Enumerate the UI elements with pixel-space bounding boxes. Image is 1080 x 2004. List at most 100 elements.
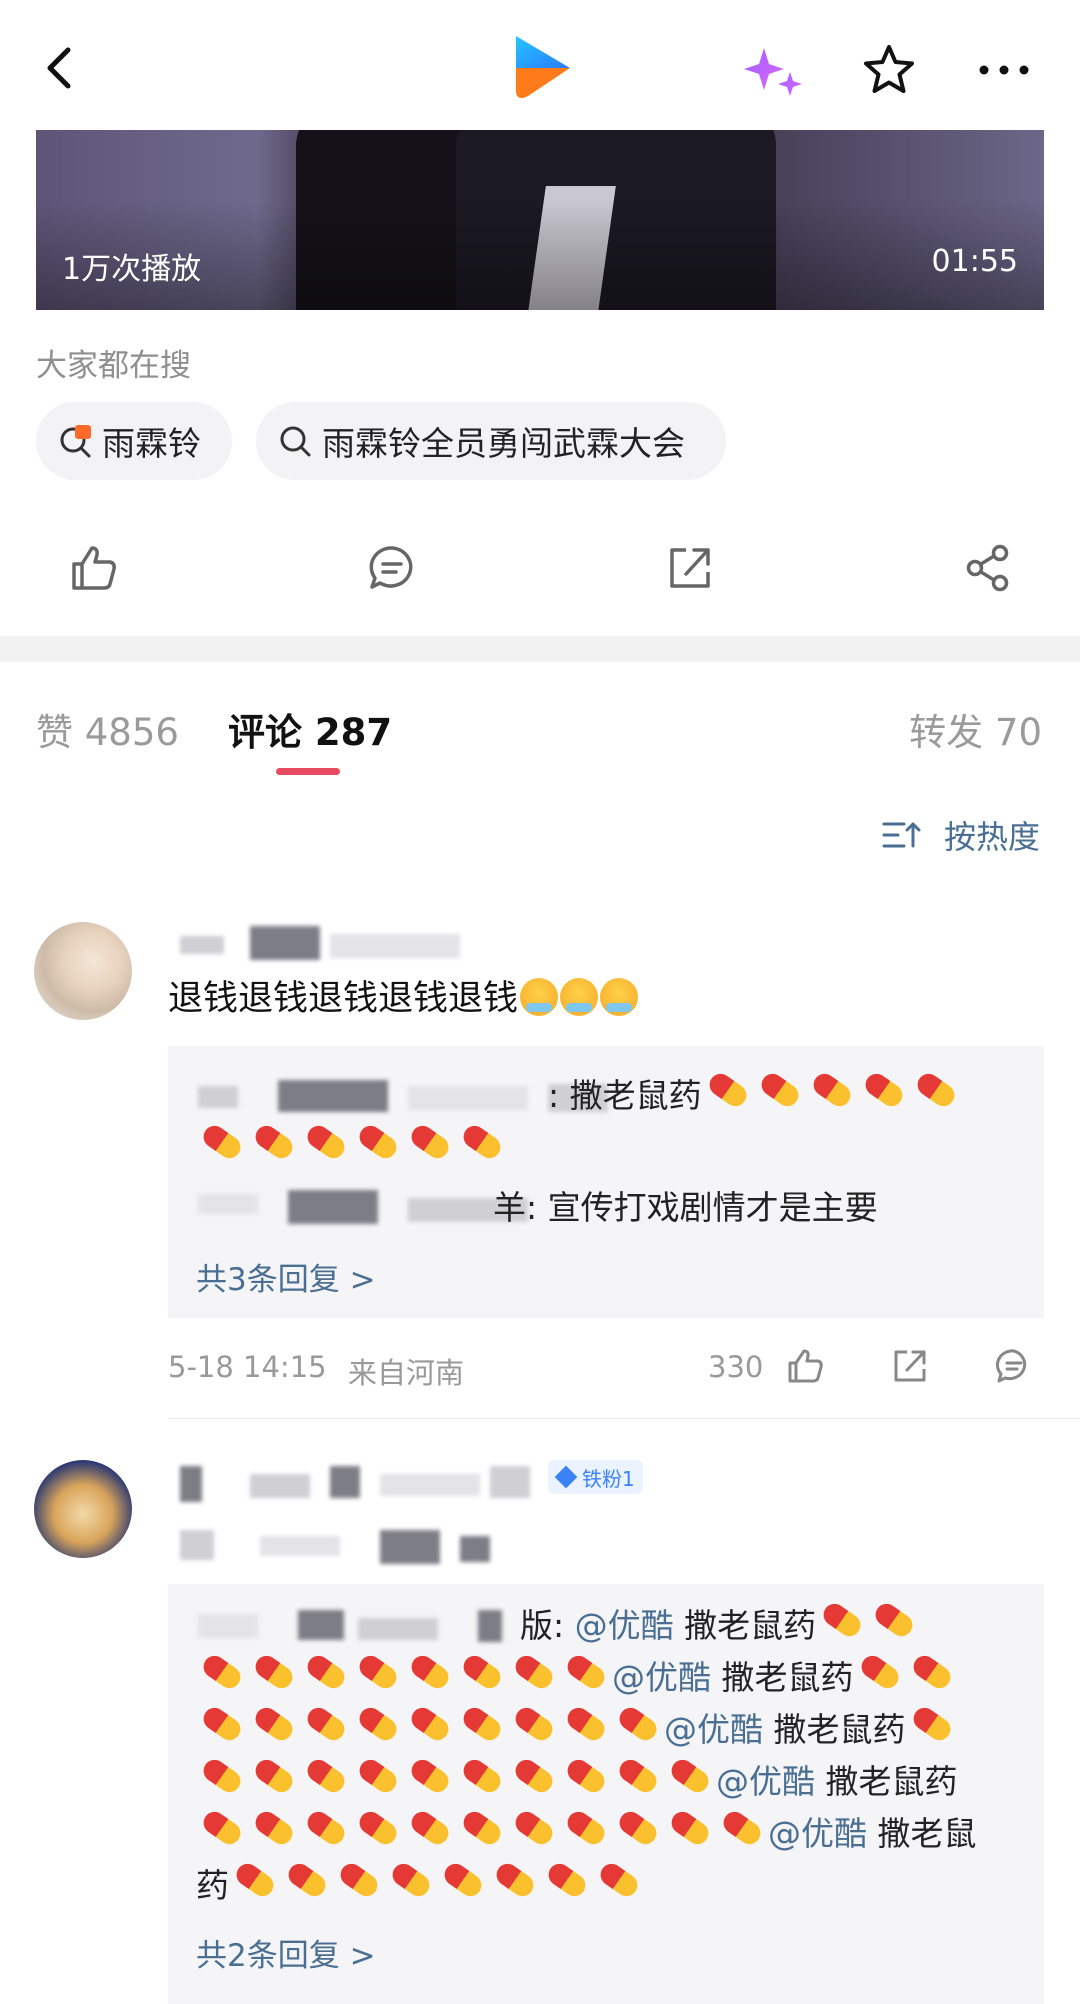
pill-emoji [856,1651,903,1693]
pill-emoji [756,1069,803,1111]
sort-icon [882,822,921,848]
tab-reposts[interactable]: 转发 70 [909,702,1042,756]
pill-emoji [388,1859,434,1901]
tired-face-icon [520,978,559,1016]
pill-emoji [251,1703,297,1745]
blurred-text [180,1530,214,1560]
reply-line: 版: @优酷 撒老鼠药 [520,1599,920,1652]
pill-emoji [459,1651,505,1693]
reply-line-continued [196,1121,508,1174]
search-chip-text: 雨霖铃 [102,424,201,463]
pill-emoji [615,1755,661,1797]
search-chip[interactable]: 雨霖铃全员勇闯武霖大会 [256,402,726,480]
search-chip-text: 雨霖铃全员勇闯武霖大会 [322,424,685,463]
pill-emoji [511,1807,557,1849]
blurred-text [180,936,224,954]
blurred-text [358,1618,438,1640]
blurred-text [260,1536,340,1556]
repost-icon[interactable] [664,542,716,594]
pill-emoji [407,1755,453,1797]
pill-emoji [596,1859,642,1901]
blurred-text [250,926,320,960]
repost-icon[interactable] [890,1346,930,1386]
blurred-text [250,1474,310,1498]
blurred-text [288,1190,378,1224]
tab-comments[interactable]: 评论 287 [228,702,392,756]
reply-line: @优酷 撒老鼠 [196,1807,977,1860]
pill-emoji [819,1599,865,1641]
reply-line: : 撒老鼠药 [548,1069,962,1122]
reply-line: @优酷 撒老鼠药 [196,1703,958,1756]
thumbs-up-icon[interactable] [68,542,120,594]
blurred-text [198,1194,258,1214]
pill-emoji [667,1807,713,1849]
avatar[interactable] [34,922,132,1020]
blurred-text [408,1086,528,1110]
pill-emoji [563,1807,609,1849]
pill-emoji [511,1703,557,1745]
comment-text: 退钱退钱退钱退钱退钱 [168,970,639,1021]
view-all-replies-link[interactable]: 共3条回复 > [196,1254,376,1299]
pill-emoji [459,1807,505,1849]
sparkle-icon[interactable] [740,42,806,98]
video-duration: 01:55 [931,244,1018,279]
active-tab-indicator [276,768,340,775]
reply-line: @优酷 撒老鼠药 [196,1651,958,1704]
star-outline-icon[interactable] [860,42,918,98]
pill-emoji [251,1121,297,1163]
blurred-text [180,1466,202,1502]
pill-emoji [355,1651,401,1693]
pill-emoji [908,1651,955,1693]
comment-time: 5-18 14:15 [168,1350,327,1384]
view-all-replies-link[interactable]: 共2条回复 > [196,1930,376,1975]
pill-emoji [511,1755,557,1797]
blurred-text [298,1610,344,1640]
comment-separator [168,1418,1080,1419]
sort-button[interactable]: 按热度 [882,812,1040,858]
pill-emoji [912,1069,959,1111]
reply-preview-box[interactable]: 版: @优酷 撒老鼠药 @优酷 撒老鼠药 @优酷 撒老鼠药 @优酷 撒老鼠药 @… [168,1584,1044,2004]
pill-emoji [719,1807,765,1849]
ellipsis-icon[interactable] [974,42,1034,98]
pill-emoji [251,1755,297,1797]
pill-emoji [303,1807,349,1849]
avatar[interactable] [34,1460,132,1558]
tab-likes[interactable]: 赞 4856 [36,702,179,756]
blurred-text [330,1466,360,1498]
search-chip-hot[interactable]: 雨霖铃 [36,402,232,480]
pill-emoji [808,1069,855,1111]
pill-emoji [563,1703,609,1745]
pill-emoji [355,1755,401,1797]
pill-emoji [199,1755,245,1797]
diamond-icon [554,1465,578,1489]
top-bar [0,0,1080,130]
tired-face-icon [600,978,639,1016]
pill-emoji [407,1703,453,1745]
comment-region: 来自河南 [348,1356,465,1390]
blurred-text [478,1610,502,1642]
tired-face-icon [560,978,599,1016]
pill-emoji [615,1703,661,1745]
chevron-left-icon[interactable] [32,40,88,96]
pill-emoji [355,1807,401,1849]
pill-emoji [511,1651,557,1693]
blurred-text [198,1614,258,1638]
comment-icon[interactable] [366,542,418,594]
pill-emoji [492,1859,538,1901]
thumbs-up-icon[interactable] [786,1346,826,1386]
reply-preview-box[interactable]: : 撒老鼠药 羊: 宣传打戏剧情才是主要 共3条回复 > [168,1046,1044,1318]
blurred-text [278,1080,388,1112]
pill-emoji [563,1755,609,1797]
video-thumbnail[interactable]: 1万次播放 01:55 [36,126,1044,310]
blurred-text [380,1474,480,1496]
pill-emoji [199,1703,245,1745]
pill-emoji [544,1859,590,1901]
share-icon[interactable] [962,542,1014,594]
sort-label: 按热度 [943,818,1040,856]
blurred-text [490,1466,530,1498]
pill-emoji [284,1859,330,1901]
play-count: 1万次播放 [62,252,202,287]
pill-emoji [199,1651,245,1693]
comment-icon[interactable] [994,1346,1034,1386]
pill-emoji [303,1703,349,1745]
